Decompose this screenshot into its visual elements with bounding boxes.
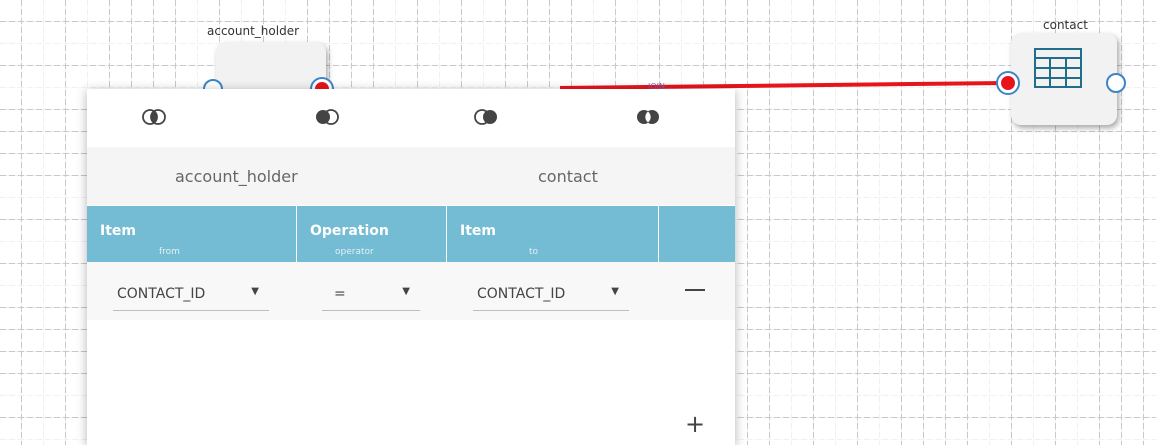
header-subtitle: operator xyxy=(335,247,374,257)
join-type-selector xyxy=(87,89,735,147)
header-from: Item from xyxy=(87,206,297,262)
chevron-down-icon: ▼ xyxy=(611,286,619,297)
chevron-down-icon: ▼ xyxy=(402,286,410,297)
right-join-icon[interactable] xyxy=(473,109,499,125)
contact-node-label: contact xyxy=(1043,18,1088,32)
condition-header: Item from Operation operator Item to xyxy=(87,206,735,262)
right-table-name: contact xyxy=(538,167,598,186)
header-title: Operation xyxy=(310,223,389,239)
left-table-name: account_holder xyxy=(175,167,298,186)
header-actions xyxy=(659,206,735,262)
to-column-select[interactable]: CONTACT_ID ▼ xyxy=(473,282,629,311)
tables-row: account_holder contact xyxy=(87,147,735,205)
remove-condition-button[interactable] xyxy=(685,289,705,291)
from-column-value: CONTACT_ID xyxy=(117,286,206,302)
from-column-select[interactable]: CONTACT_ID ▼ xyxy=(113,282,269,311)
contact-output-port[interactable] xyxy=(1106,73,1126,93)
join-editor-panel: account_holder contact Item from Operati… xyxy=(87,89,735,445)
to-column-value: CONTACT_ID xyxy=(477,286,566,302)
operator-value: = xyxy=(334,286,346,302)
header-title: Item xyxy=(100,223,136,239)
add-condition-button[interactable]: + xyxy=(685,412,705,436)
condition-row: CONTACT_ID ▼ = ▼ CONTACT_ID ▼ xyxy=(87,262,735,320)
contact-input-port[interactable] xyxy=(998,73,1018,93)
header-subtitle: to xyxy=(529,247,539,257)
inner-join-icon[interactable] xyxy=(141,109,167,125)
operator-select[interactable]: = ▼ xyxy=(322,282,420,311)
header-operation: Operation operator xyxy=(297,206,447,262)
account-holder-node-label: account_holder xyxy=(207,24,300,38)
header-subtitle: from xyxy=(159,247,180,257)
header-title: Item xyxy=(460,223,496,239)
table-icon xyxy=(1034,48,1082,88)
left-join-icon[interactable] xyxy=(314,109,340,125)
chevron-down-icon: ▼ xyxy=(251,286,259,297)
header-to: Item to xyxy=(447,206,659,262)
full-join-icon[interactable] xyxy=(635,109,661,125)
contact-node[interactable] xyxy=(1011,33,1117,125)
